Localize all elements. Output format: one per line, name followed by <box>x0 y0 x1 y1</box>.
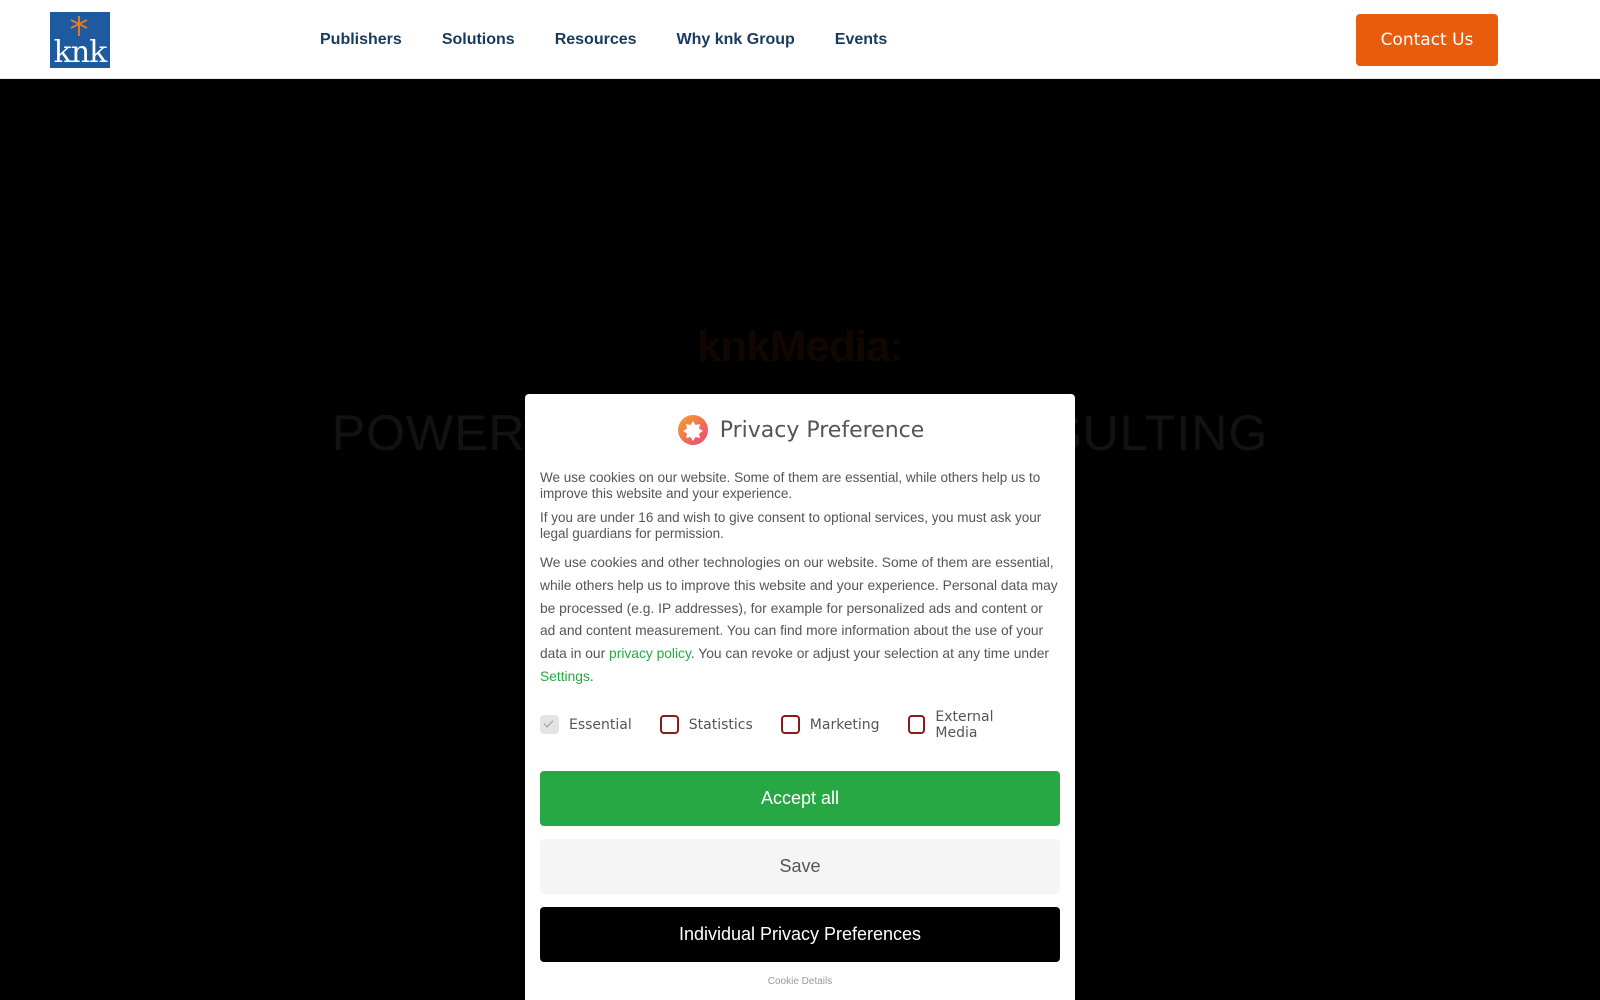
details-text-part2: . You can revoke or adjust your selectio… <box>690 646 1050 662</box>
cookie-details-text: We use cookies and other technologies on… <box>540 552 1060 689</box>
checkbox-label: External Media <box>935 708 994 741</box>
details-text-end: . <box>589 668 594 684</box>
external-media-checkbox[interactable] <box>907 715 926 735</box>
checkbox-statistics[interactable]: Statistics <box>659 715 753 735</box>
privacy-policy-link[interactable]: privacy policy <box>609 646 691 661</box>
nav-solutions[interactable]: Solutions <box>442 31 515 49</box>
checkbox-label: Marketing <box>809 716 880 733</box>
privacy-preference-dialog: Privacy Preference We use cookies on our… <box>525 394 1075 1000</box>
nav-events[interactable]: Events <box>835 31 887 49</box>
checkbox-external-media[interactable]: External Media <box>907 708 1032 741</box>
cookie-intro-text: We use cookies on our website. Some of t… <box>540 470 1041 501</box>
site-header: knk Publishers Solutions Resources Why k… <box>0 0 1600 79</box>
dialog-title: Privacy Preference <box>719 417 925 443</box>
nav-resources[interactable]: Resources <box>555 31 637 49</box>
nav-why-knk-group[interactable]: Why knk Group <box>677 31 795 49</box>
checkbox-label: Essential <box>569 716 632 733</box>
checkbox-essential: Essential <box>540 715 632 735</box>
essential-checkbox <box>540 715 559 735</box>
accept-all-button[interactable]: Accept all <box>540 770 1060 826</box>
consent-checkbox-group: Essential Statistics Marketing External … <box>540 709 1060 741</box>
statistics-checkbox[interactable] <box>659 715 679 735</box>
age-notice-text: If you are under 16 and wish to give con… <box>540 510 1042 541</box>
individual-privacy-preferences-button[interactable]: Individual Privacy Preferences <box>540 906 1060 962</box>
checkbox-label: Statistics <box>688 716 753 733</box>
main-nav: Publishers Solutions Resources Why knk G… <box>320 0 927 79</box>
dialog-header: Privacy Preference <box>540 412 1060 448</box>
marketing-checkbox[interactable] <box>780 715 800 735</box>
save-button[interactable]: Save <box>540 838 1060 894</box>
knk-logo[interactable]: knk <box>50 12 110 68</box>
cookie-details-link[interactable]: Cookie Details <box>540 976 1060 987</box>
contact-us-button[interactable]: Contact Us <box>1356 14 1498 66</box>
nav-publishers[interactable]: Publishers <box>320 31 402 49</box>
settings-link[interactable]: Settings <box>540 669 590 684</box>
cookie-consent-icon <box>677 415 708 445</box>
logo-text: knk <box>53 35 108 68</box>
checkbox-marketing[interactable]: Marketing <box>780 715 880 735</box>
